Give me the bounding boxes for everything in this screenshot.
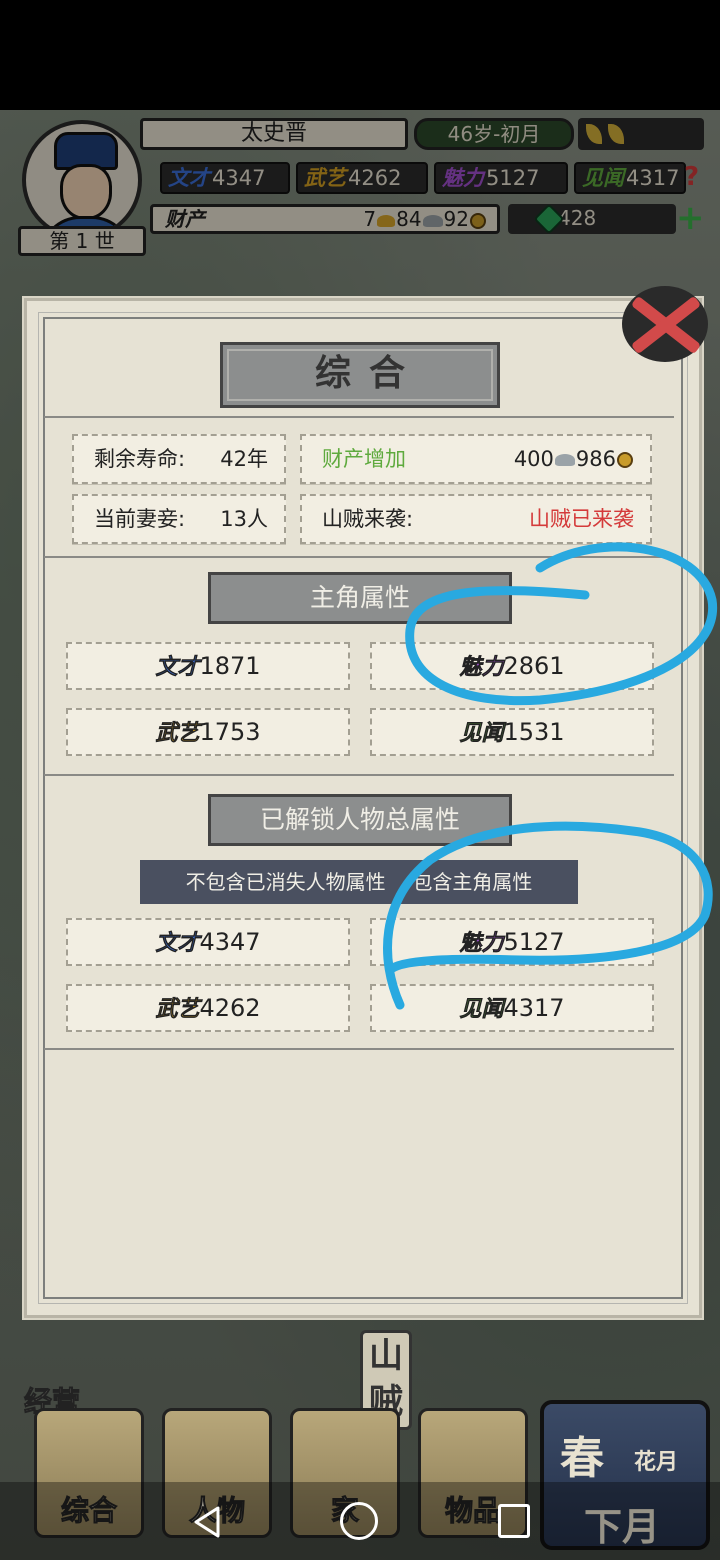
coin-increase: 986 xyxy=(575,447,616,471)
attr-value: 1531 xyxy=(503,718,565,746)
note-includes-protagonist: 包含主角属性 xyxy=(412,870,533,894)
attr-value: 4262 xyxy=(199,994,261,1022)
jian-icon: 见闻 xyxy=(459,997,504,1023)
copper-coin-icon xyxy=(617,452,633,468)
wealth-increase-card: 财产增加 400 986 xyxy=(300,434,652,484)
protagonist-attr-wu: 武艺1753 xyxy=(66,708,350,756)
divider xyxy=(44,416,674,418)
attr-value: 4347 xyxy=(199,928,261,956)
total-attr-jian: 见闻4317 xyxy=(370,984,654,1032)
wealth-increase-value: 400 986 xyxy=(514,436,634,482)
home-icon[interactable] xyxy=(340,1502,378,1540)
total-attr-wu: 武艺4262 xyxy=(66,984,350,1032)
lifespan-card: 剩余寿命: 42年 xyxy=(72,434,286,484)
wu-icon: 武艺 xyxy=(155,997,200,1023)
mei-icon: 魅力 xyxy=(459,655,504,681)
wives-value: 13人 xyxy=(220,507,268,531)
protagonist-attr-jian: 见闻1531 xyxy=(370,708,654,756)
system-nav-bar xyxy=(0,1482,720,1560)
attr-value: 1871 xyxy=(199,652,261,680)
back-icon[interactable] xyxy=(190,1504,226,1540)
note-excludes-vanished: 不包含已消失人物属性 xyxy=(185,870,386,894)
protagonist-attrs-title: 主角属性 xyxy=(208,572,512,624)
attr-value: 2861 xyxy=(503,652,565,680)
jian-icon: 见闻 xyxy=(459,721,504,747)
wives-label: 当前妻妾: xyxy=(94,507,186,531)
mei-icon: 魅力 xyxy=(459,931,504,957)
bandit-status: 山贼已来袭 xyxy=(529,507,634,531)
unlocked-attrs-title: 已解锁人物总属性 xyxy=(208,794,512,846)
wealth-increase-label: 财产增加 xyxy=(322,447,406,471)
protagonist-attr-mei: 魅力2861 xyxy=(370,642,654,690)
divider xyxy=(44,1048,674,1050)
month-label: 花月 xyxy=(634,1450,679,1475)
lifespan-value: 42年 xyxy=(220,447,268,471)
wu-icon: 武艺 xyxy=(155,721,200,747)
close-button[interactable] xyxy=(622,286,708,364)
divider xyxy=(44,556,674,558)
wives-card: 当前妻妾: 13人 xyxy=(72,494,286,544)
bandit-label: 山贼来袭: xyxy=(322,507,414,531)
silver-ingot-icon xyxy=(554,454,575,466)
bandit-card: 山贼来袭: 山贼已来袭 xyxy=(300,494,652,544)
attr-value: 1753 xyxy=(199,718,261,746)
lifespan-label: 剩余寿命: xyxy=(94,447,186,471)
unlocked-attrs-note: 不包含已消失人物属性 包含主角属性 xyxy=(140,860,578,904)
recent-apps-icon[interactable] xyxy=(498,1504,530,1538)
divider xyxy=(44,774,674,776)
protagonist-attr-wen: 文才1871 xyxy=(66,642,350,690)
silver-increase: 400 xyxy=(513,447,554,471)
total-attr-wen: 文才4347 xyxy=(66,918,350,966)
attr-value: 5127 xyxy=(503,928,565,956)
season-label: 春 xyxy=(560,1433,604,1484)
total-attr-mei: 魅力5127 xyxy=(370,918,654,966)
wen-icon: 文才 xyxy=(155,931,200,957)
wen-icon: 文才 xyxy=(155,655,200,681)
attr-value: 4317 xyxy=(503,994,565,1022)
dialog-title: 综合 xyxy=(220,342,500,408)
